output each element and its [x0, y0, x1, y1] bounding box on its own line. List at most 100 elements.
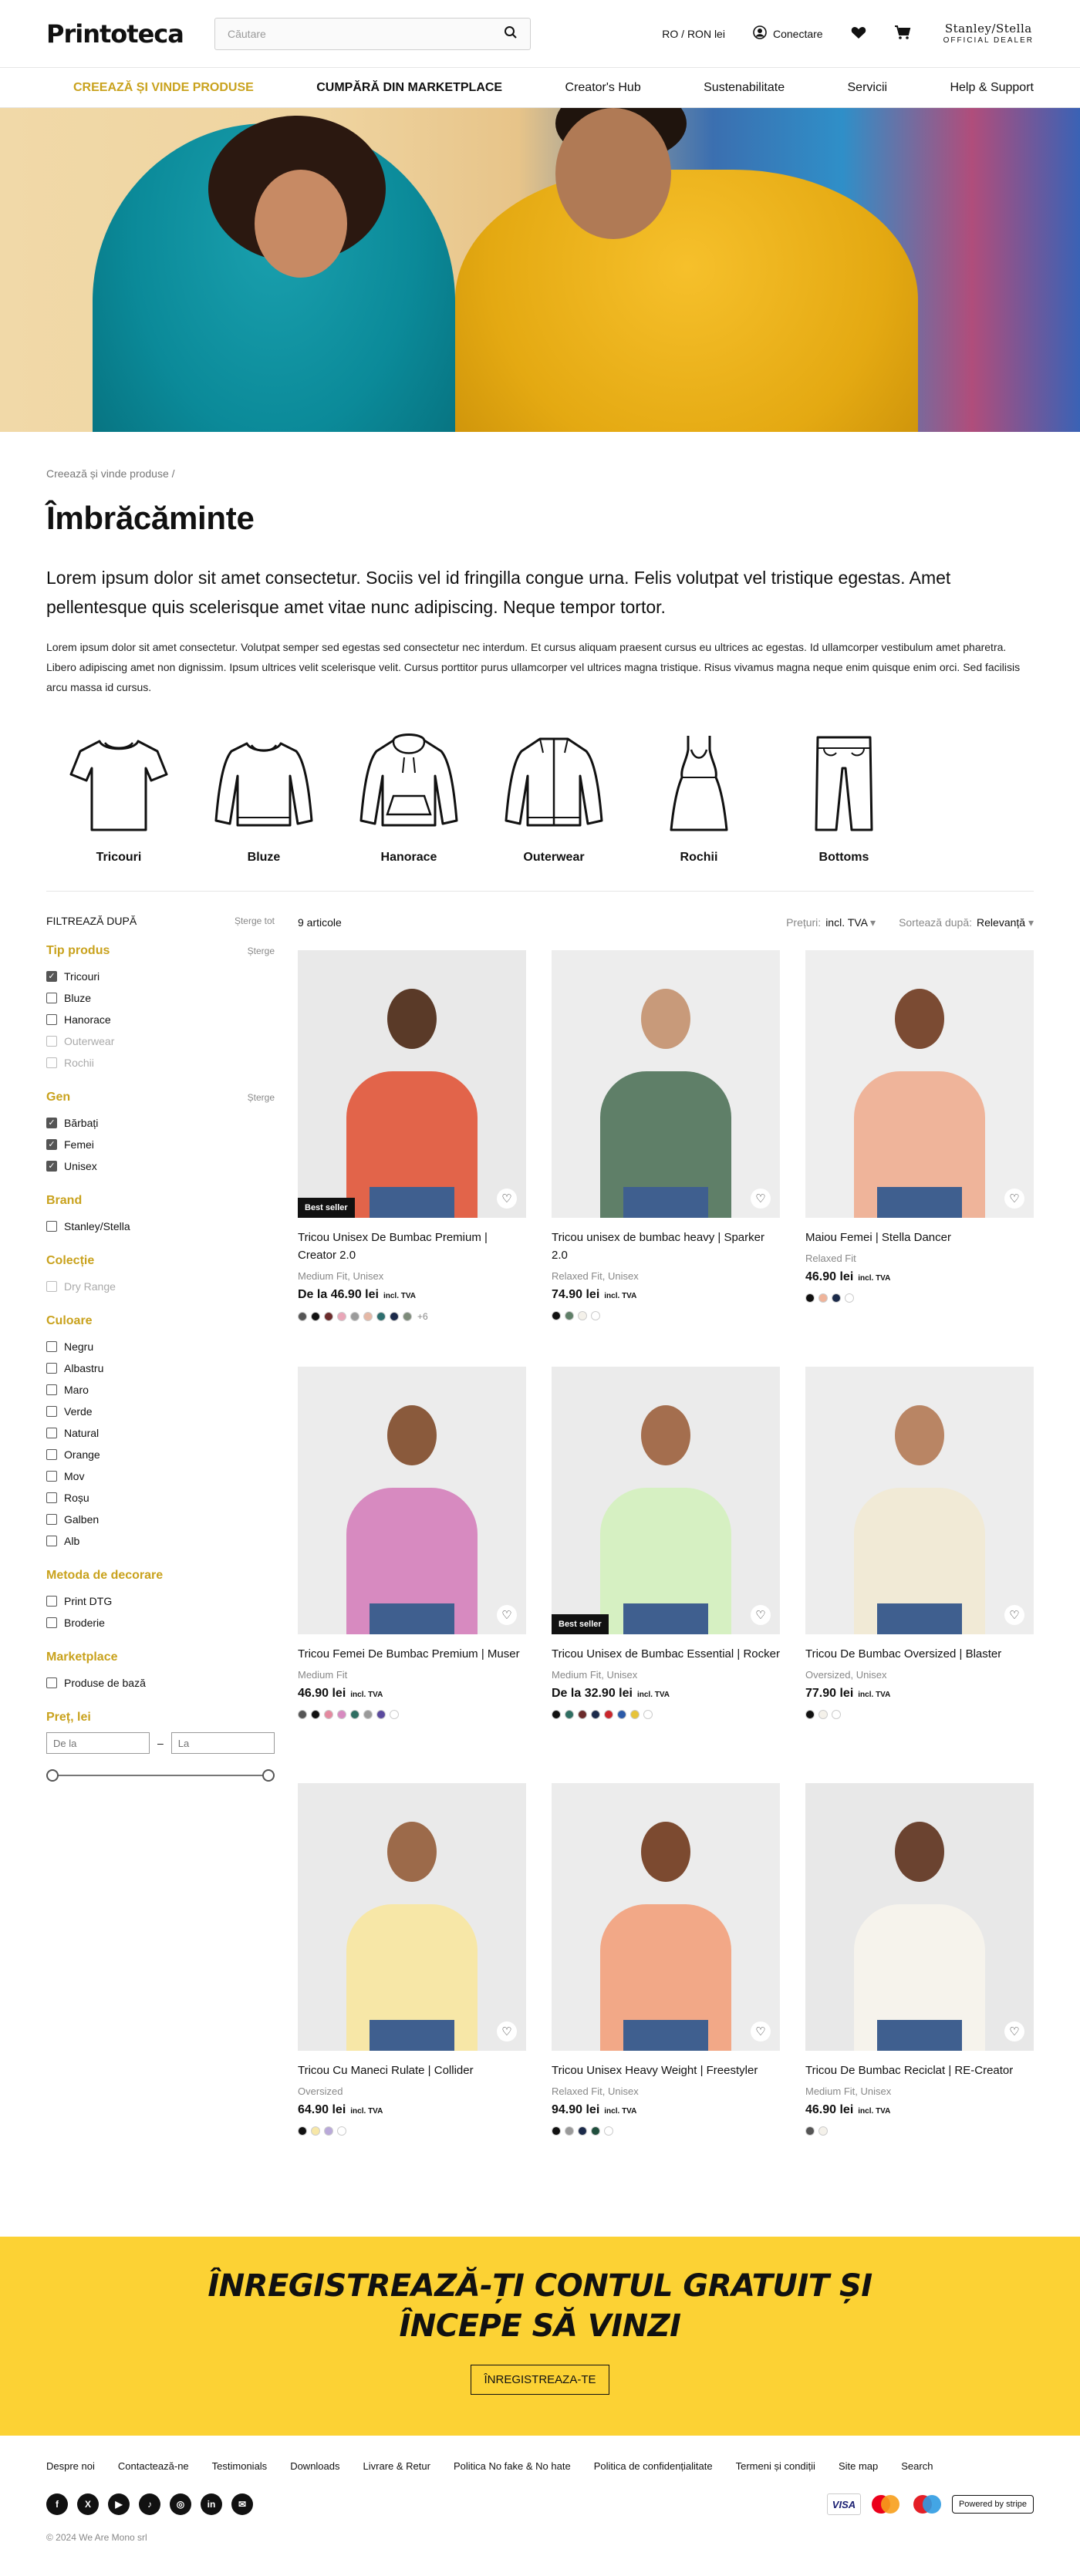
color-swatch[interactable] [832, 1293, 841, 1303]
footer-link[interactable]: Termeni și condiții [736, 2460, 815, 2472]
search-box[interactable] [214, 17, 531, 50]
price-slider[interactable] [46, 1768, 275, 1783]
color-swatch[interactable] [298, 1312, 307, 1321]
wishlist-heart-icon[interactable]: ♡ [1004, 2021, 1024, 2042]
nav-create-sell[interactable]: Creează și vinde produse [73, 81, 254, 95]
color-swatch[interactable] [324, 2126, 333, 2136]
checkbox[interactable] [46, 1596, 57, 1607]
cart-button[interactable] [894, 25, 911, 42]
price-from-input[interactable] [46, 1732, 150, 1754]
color-swatch[interactable] [311, 2126, 320, 2136]
product-card[interactable]: ♡ Tricou unisex de bumbac heavy | Sparker… [552, 950, 780, 1367]
nav-services[interactable]: Servicii [848, 81, 888, 95]
filter-option[interactable]: Roșu [46, 1487, 275, 1509]
product-card[interactable]: ♡ Tricou Unisex Heavy Weight | Freestyler… [552, 1783, 780, 2200]
product-image[interactable]: ♡ [805, 1783, 1034, 2051]
email-icon[interactable]: ✉ [231, 2493, 253, 2515]
nav-marketplace[interactable]: Cumpără din marketplace [316, 81, 502, 95]
filter-option[interactable]: Produse de bază [46, 1672, 275, 1694]
color-swatch[interactable] [298, 1710, 307, 1719]
wishlist-heart-icon[interactable]: ♡ [751, 2021, 771, 2042]
checkbox[interactable] [46, 1677, 57, 1688]
filter-option[interactable]: Print DTG [46, 1590, 275, 1612]
checkbox[interactable] [46, 1514, 57, 1525]
product-name[interactable]: Tricou De Bumbac Reciclat | RE-Creator [805, 2062, 1034, 2079]
color-swatch[interactable] [818, 1710, 828, 1719]
product-name[interactable]: Tricou Cu Maneci Rulate | Collider [298, 2062, 526, 2079]
filter-option[interactable]: Verde [46, 1401, 275, 1422]
checkbox[interactable]: ✓ [46, 1118, 57, 1128]
color-swatch[interactable] [578, 1311, 587, 1320]
x-icon[interactable]: X [77, 2493, 99, 2515]
footer-link[interactable]: Testimonials [212, 2460, 268, 2472]
nav-sustainability[interactable]: Sustenabilitate [704, 81, 785, 95]
color-swatch[interactable] [818, 2126, 828, 2136]
color-swatch[interactable] [363, 1710, 373, 1719]
product-image[interactable]: Best seller ♡ [552, 1367, 780, 1634]
wishlist-heart-icon[interactable]: ♡ [751, 1605, 771, 1625]
checkbox[interactable]: ✓ [46, 1139, 57, 1150]
filter-option[interactable]: ✓ Tricouri [46, 966, 275, 987]
color-swatch[interactable] [376, 1312, 386, 1321]
color-swatch[interactable] [552, 1311, 561, 1320]
product-name[interactable]: Maiou Femei | Stella Dancer [805, 1229, 1034, 1246]
checkbox[interactable] [46, 1014, 57, 1025]
facebook-icon[interactable]: f [46, 2493, 68, 2515]
filter-option[interactable]: Broderie [46, 1612, 275, 1634]
checkbox[interactable] [46, 1428, 57, 1438]
wishlist-heart-icon[interactable]: ♡ [751, 1189, 771, 1209]
product-card[interactable]: Best seller ♡ Tricou Unisex de Bumbac Esse… [552, 1367, 780, 1783]
checkbox[interactable] [46, 1492, 57, 1503]
checkbox[interactable] [46, 1617, 57, 1628]
filter-option[interactable]: ✓ Femei [46, 1134, 275, 1155]
color-swatch[interactable] [578, 2126, 587, 2136]
color-swatch[interactable] [298, 2126, 307, 2136]
color-swatch[interactable] [324, 1312, 333, 1321]
color-swatch[interactable] [337, 1312, 346, 1321]
color-swatch[interactable] [311, 1312, 320, 1321]
filter-option[interactable]: Alb [46, 1530, 275, 1552]
signup-button[interactable]: ÎNREGISTREAZA-TE [471, 2365, 609, 2395]
checkbox[interactable] [46, 1341, 57, 1352]
checkbox[interactable]: ✓ [46, 971, 57, 982]
category-bluze[interactable]: Bluze [191, 730, 336, 865]
checkbox[interactable] [46, 1384, 57, 1395]
product-card[interactable]: Best seller ♡ Tricou Unisex De Bumbac Prem… [298, 950, 526, 1367]
checkbox[interactable] [46, 1406, 57, 1417]
search-icon[interactable] [504, 25, 518, 42]
color-swatch[interactable] [552, 1710, 561, 1719]
nav-help-support[interactable]: Help & Support [950, 81, 1034, 95]
footer-link[interactable]: Downloads [290, 2460, 339, 2472]
product-image[interactable]: ♡ [805, 1367, 1034, 1634]
checkbox[interactable] [46, 1449, 57, 1460]
color-swatch[interactable] [403, 1312, 412, 1321]
filter-option[interactable]: Negru [46, 1336, 275, 1357]
product-name[interactable]: Tricou Unisex de Bumbac Essential | Rock… [552, 1645, 780, 1663]
breadcrumb-item[interactable]: Creează și vinde produse / [46, 467, 175, 480]
filter-option[interactable]: Natural [46, 1422, 275, 1444]
tiktok-icon[interactable]: ♪ [139, 2493, 160, 2515]
more-colors[interactable]: +6 [417, 1311, 428, 1322]
color-swatch[interactable] [818, 1293, 828, 1303]
category-bottoms[interactable]: Bottoms [771, 730, 916, 865]
product-name[interactable]: Tricou Femei De Bumbac Premium | Muser [298, 1645, 526, 1663]
color-swatch[interactable] [350, 1710, 359, 1719]
breadcrumb[interactable]: Creează și vinde produse / [46, 467, 1034, 480]
clear-filter-button[interactable]: Șterge [248, 1092, 275, 1103]
category-tricouri[interactable]: Tricouri [46, 730, 191, 865]
wishlist-button[interactable] [851, 25, 866, 42]
product-image[interactable]: Best seller ♡ [298, 950, 526, 1218]
color-swatch[interactable] [390, 1710, 399, 1719]
category-rochii[interactable]: Rochii [626, 730, 771, 865]
footer-link[interactable]: Search [901, 2460, 933, 2472]
footer-link[interactable]: Livrare & Retur [363, 2460, 430, 2472]
filter-option[interactable]: Bluze [46, 987, 275, 1009]
color-swatch[interactable] [845, 1293, 854, 1303]
product-name[interactable]: Tricou Unisex Heavy Weight | Freestyler [552, 2062, 780, 2079]
product-image[interactable]: ♡ [298, 1367, 526, 1634]
color-swatch[interactable] [337, 2126, 346, 2136]
price-vat-select[interactable]: Prețuri: incl. TVA ▾ [786, 916, 876, 929]
color-swatch[interactable] [604, 1710, 613, 1719]
checkbox[interactable] [46, 1536, 57, 1546]
color-swatch[interactable] [643, 1710, 653, 1719]
